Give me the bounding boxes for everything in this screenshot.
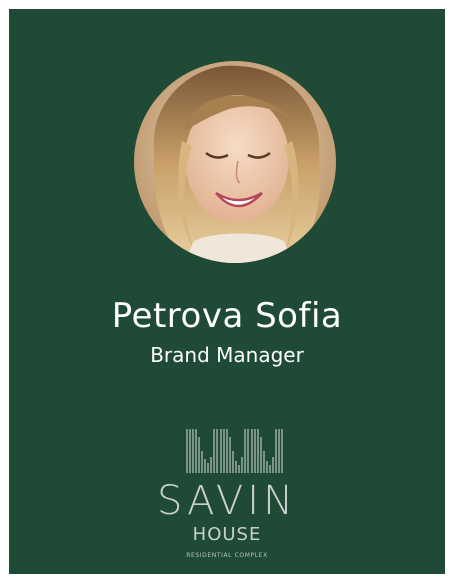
brand-subname: HOUSE (192, 524, 262, 545)
brand-name: SAVIN (156, 478, 298, 524)
portrait-image (134, 61, 336, 263)
person-name: Petrova Sofia (111, 296, 343, 336)
business-card: Petrova Sofia Brand Manager SAVIN HOUSE … (9, 9, 445, 574)
savin-house-logo-icon (186, 429, 283, 473)
brand-tagline: RESIDENTIAL COMPLEX (186, 552, 268, 559)
profile-photo (134, 61, 336, 263)
person-title: Brand Manager (150, 343, 304, 367)
